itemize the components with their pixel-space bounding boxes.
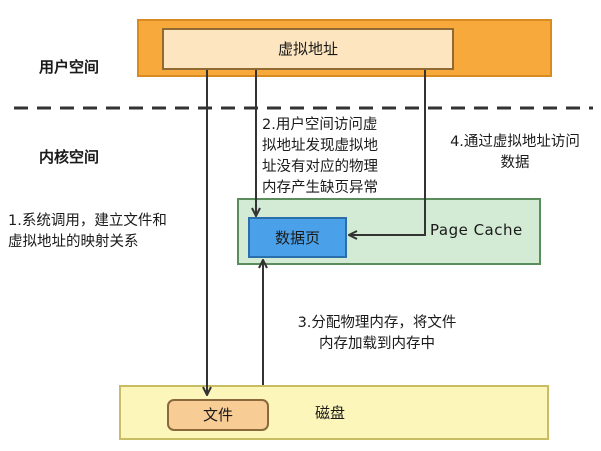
- annotation-step2: 2.用户空间访问虚 拟地址发现虚拟地 址没有对应的物理 内存产生缺页异常: [262, 115, 378, 199]
- disk-label: 磁盘: [315, 404, 346, 422]
- annotation-step1: 1.系统调用，建立文件和 虚拟地址的映射关系: [8, 211, 167, 253]
- page-cache-label: Page Cache: [430, 221, 523, 239]
- annotation-step4: 4.通过虚拟地址访问 数据: [440, 132, 590, 174]
- annotation-step4-line2: 数据: [500, 155, 530, 171]
- virtual-address-box: 虚拟地址: [162, 28, 454, 70]
- virtual-address-label: 虚拟地址: [277, 40, 338, 58]
- annotation-step2-line1: 2.用户空间访问虚: [262, 117, 378, 133]
- data-page-label: 数据页: [274, 228, 320, 247]
- data-page-box: 数据页: [248, 217, 347, 258]
- annotation-step1-line2: 虚拟地址的映射关系: [8, 234, 139, 250]
- annotation-step3-line1: 3.分配物理内存，将文件: [297, 315, 457, 331]
- annotation-step3: 3.分配物理内存，将文件 内存加载到内存中: [281, 313, 473, 355]
- annotation-step2-line3: 址没有对应的物理: [262, 159, 378, 175]
- annotation-step1-line1: 1.系统调用，建立文件和: [8, 213, 167, 229]
- file-box: 文件: [167, 399, 269, 431]
- file-label: 文件: [202, 406, 233, 424]
- annotation-step2-line2: 拟地址发现虚拟地: [262, 138, 378, 154]
- annotation-step2-line4: 内存产生缺页异常: [262, 180, 378, 196]
- annotation-step3-line2: 内存加载到内存中: [319, 336, 435, 352]
- annotation-step4-line1: 4.通过虚拟地址访问: [450, 134, 580, 150]
